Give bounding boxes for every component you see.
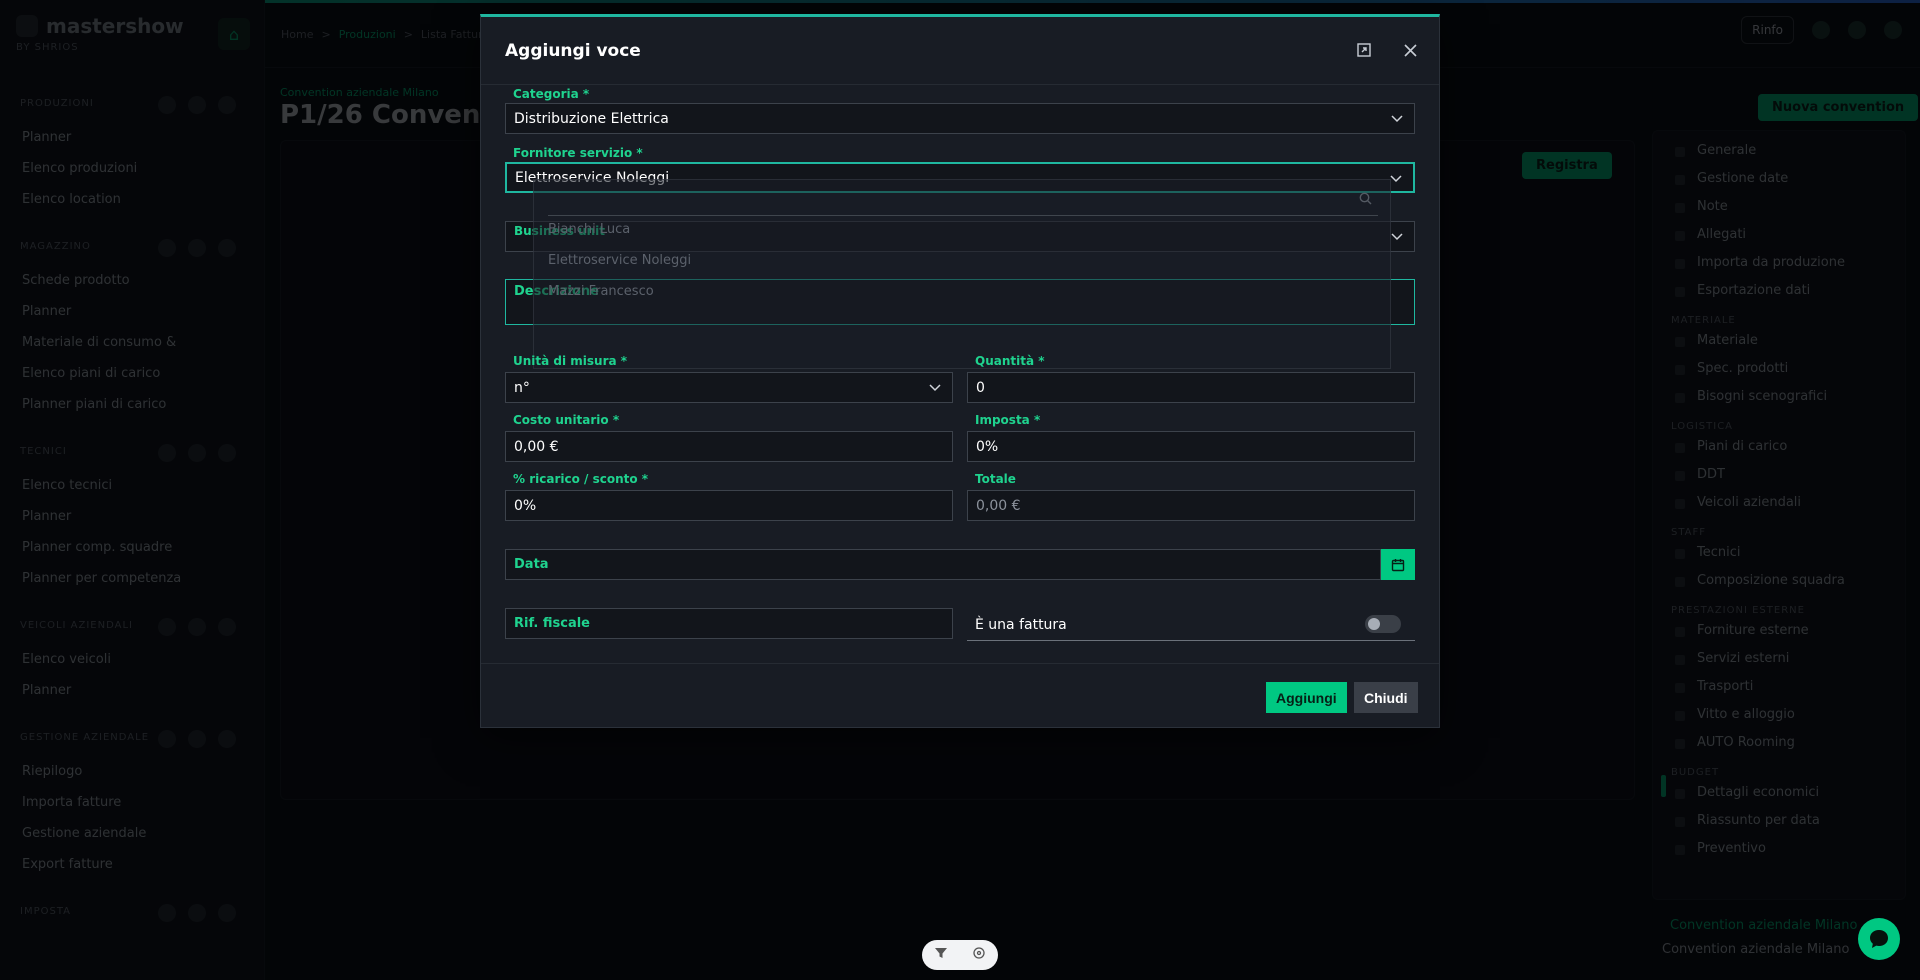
quantita-label: Quantità * <box>975 354 1045 368</box>
calendar-icon[interactable] <box>1381 549 1415 580</box>
chevron-down-icon <box>1390 111 1404 128</box>
unita-select[interactable]: n° <box>505 372 953 403</box>
ricarico-label: % ricarico / sconto * <box>513 472 649 486</box>
support-chat-button[interactable] <box>1858 918 1900 960</box>
fornitore-label: Fornitore servizio * <box>513 146 643 160</box>
chevron-down-icon <box>1390 229 1404 246</box>
modal-body: Categoria * Distribuzione Elettrica Forn… <box>481 85 1439 663</box>
dropdown-search-input[interactable] <box>548 186 1378 216</box>
modal-header: Aggiungi voce <box>481 17 1439 85</box>
filter-icon[interactable] <box>934 946 948 964</box>
fattura-toggle[interactable] <box>1365 615 1401 633</box>
toggle-knob <box>1368 618 1380 630</box>
fattura-toggle-row: È una fattura <box>967 609 1415 641</box>
add-button[interactable]: Aggiungi <box>1266 682 1347 713</box>
close-button[interactable]: Chiudi <box>1354 682 1418 713</box>
target-icon[interactable] <box>972 946 986 964</box>
costo-input[interactable]: 0,00 € <box>505 431 953 462</box>
dropdown-option[interactable]: Elettroservice Noleggi <box>548 253 691 268</box>
dropdown-option[interactable]: Bianchi Luca <box>548 222 630 237</box>
imposta-label: Imposta * <box>975 413 1041 427</box>
rif-fiscale-input[interactable]: Rif. fiscale <box>505 608 953 639</box>
costo-label: Costo unitario * <box>513 413 620 427</box>
categoria-select[interactable]: Distribuzione Elettrica <box>505 103 1415 134</box>
totale-input: 0,00 € <box>967 490 1415 521</box>
chevron-down-icon <box>928 380 942 397</box>
floating-toolbar <box>922 940 998 970</box>
data-input[interactable]: Data <box>505 549 1381 580</box>
quantita-input[interactable]: 0 <box>967 372 1415 403</box>
fattura-label: È una fattura <box>975 617 1067 633</box>
categoria-label: Categoria * <box>513 87 590 101</box>
rif-fiscale-label: Rif. fiscale <box>514 616 591 631</box>
close-icon[interactable] <box>1397 37 1423 63</box>
unita-value: n° <box>514 379 530 396</box>
search-icon <box>1359 192 1372 209</box>
dropdown-option[interactable]: Mazzi Francesco <box>548 284 654 299</box>
modal-footer: Aggiungi Chiudi <box>481 663 1439 729</box>
categoria-value: Distribuzione Elettrica <box>514 110 669 127</box>
data-label: Data <box>514 557 549 572</box>
ricarico-input[interactable]: 0% <box>505 490 953 521</box>
chevron-down-icon <box>1389 171 1403 188</box>
totale-label: Totale <box>975 472 1016 486</box>
unita-label: Unità di misura * <box>513 354 628 368</box>
fornitore-dropdown: Bianchi Luca Elettroservice Noleggi Mazz… <box>533 179 1391 369</box>
expand-icon[interactable] <box>1351 37 1377 63</box>
add-item-modal: Aggiungi voce Categoria * Distribuzione … <box>480 14 1440 728</box>
imposta-input[interactable]: 0% <box>967 431 1415 462</box>
modal-title: Aggiungi voce <box>505 41 641 61</box>
